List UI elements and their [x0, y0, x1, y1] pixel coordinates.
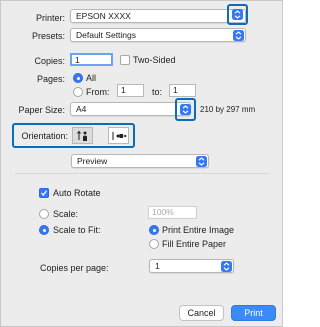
print-entire-image-radio[interactable] [149, 225, 159, 235]
printer-value: EPSON XXXX [76, 11, 131, 21]
pages-all-label: All [86, 73, 97, 83]
paper-size-label: Paper Size: [18, 105, 65, 115]
pages-to-label: to: [152, 87, 163, 97]
two-sided-checkbox[interactable] [120, 55, 130, 65]
print-entire-image-label: Print Entire Image [162, 225, 235, 235]
pages-to-field[interactable]: 1 [169, 84, 196, 97]
pages-from-label: From: [86, 87, 110, 97]
portrait-icon [76, 130, 87, 141]
presets-popup[interactable]: Default Settings [70, 28, 246, 42]
pages-all-radio[interactable] [73, 73, 83, 83]
printer-stepper[interactable] [232, 9, 243, 20]
pages-from-field[interactable]: 1 [117, 84, 144, 97]
pages-from-radio[interactable] [73, 87, 83, 97]
chevron-updown-icon [234, 10, 241, 19]
fill-entire-paper-radio[interactable] [149, 239, 159, 249]
portrait-button[interactable] [72, 127, 93, 144]
cancel-button[interactable]: Cancel [179, 305, 224, 321]
presets-stepper[interactable] [233, 29, 244, 41]
scale-to-fit-radio[interactable] [39, 225, 49, 235]
chevron-updown-icon [235, 30, 242, 40]
copies-label: Copies: [34, 56, 65, 66]
orientation-label: Orientation: [21, 131, 68, 141]
pages-to-value: 1 [173, 85, 178, 95]
paper-size-stepper[interactable] [180, 104, 191, 115]
print-button[interactable]: Print [231, 305, 276, 321]
fill-entire-paper-label: Fill Entire Paper [162, 239, 227, 249]
two-sided-label: Two-Sided [133, 55, 176, 65]
presets-label: Presets: [31, 31, 65, 41]
copies-per-page-label: Copies per page: [40, 263, 109, 273]
scale-value: 100% [152, 207, 174, 217]
scale-field[interactable]: 100% [148, 206, 197, 219]
chevron-updown-icon [223, 261, 230, 271]
auto-rotate-label: Auto Rotate [53, 188, 101, 198]
section-menu-value: Preview [77, 156, 108, 166]
printer-label: Printer: [35, 13, 65, 23]
section-menu-popup[interactable]: Preview [71, 154, 209, 168]
presets-value: Default Settings [76, 30, 137, 40]
section-menu-stepper[interactable] [196, 155, 207, 167]
print-dialog: Printer: EPSON XXXX Presets: Default Set… [0, 0, 283, 327]
section-divider [15, 173, 269, 174]
paper-size-popup[interactable]: A4 [70, 102, 191, 116]
pages-label: Pages: [36, 74, 65, 84]
printer-popup[interactable]: EPSON XXXX [70, 9, 246, 23]
copies-value: 1 [75, 55, 80, 65]
scale-to-fit-label: Scale to Fit: [53, 225, 101, 235]
paper-dimensions: 210 by 297 mm [200, 105, 256, 114]
auto-rotate-checkbox[interactable] [39, 188, 49, 198]
checkmark-icon [41, 190, 48, 197]
landscape-button[interactable] [108, 127, 129, 144]
paper-size-value: A4 [76, 104, 87, 114]
chevron-updown-icon [198, 156, 205, 166]
landscape-icon [112, 131, 127, 140]
copies-field[interactable]: 1 [70, 53, 113, 66]
copies-per-page-stepper[interactable] [221, 260, 232, 272]
chevron-updown-icon [182, 105, 189, 114]
scale-radio[interactable] [39, 209, 49, 219]
pages-from-value: 1 [121, 85, 126, 95]
copies-per-page-value: 1 [155, 261, 160, 271]
scale-label: Scale: [53, 209, 79, 219]
